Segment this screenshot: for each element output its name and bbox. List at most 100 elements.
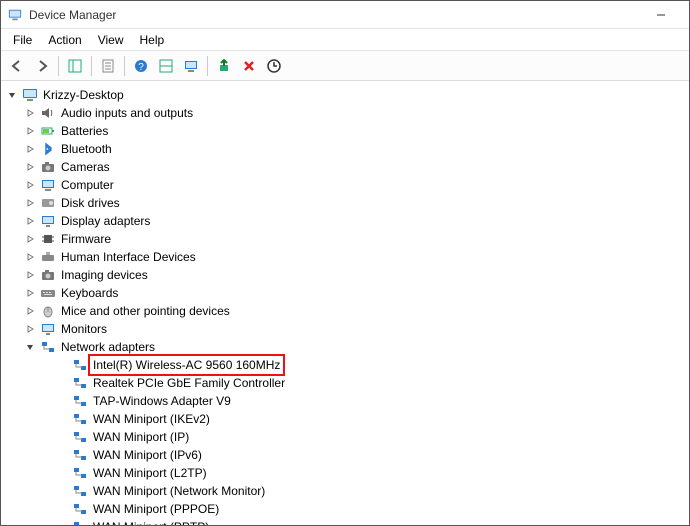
category-label: Monitors: [59, 320, 109, 338]
category-label: Batteries: [59, 122, 110, 140]
show-hide-tree-button[interactable]: [63, 54, 87, 78]
category-label: Mice and other pointing devices: [59, 302, 232, 320]
category-label: Display adapters: [59, 212, 152, 230]
root-label: Krizzy-Desktop: [41, 86, 126, 104]
category-label: Keyboards: [59, 284, 120, 302]
tree-device[interactable]: WAN Miniport (IP): [1, 428, 689, 446]
toolbar-separator: [91, 56, 92, 76]
speaker-icon: [40, 105, 56, 121]
expand-icon[interactable]: [23, 106, 37, 120]
tree-device[interactable]: WAN Miniport (IPv6): [1, 446, 689, 464]
back-button[interactable]: [5, 54, 29, 78]
collapse-icon[interactable]: [23, 340, 37, 354]
update-driver-button[interactable]: [179, 54, 203, 78]
tree-category[interactable]: Disk drives: [1, 194, 689, 212]
collapse-icon[interactable]: [5, 88, 19, 102]
net-icon: [72, 501, 88, 517]
device-label: WAN Miniport (IKEv2): [91, 410, 212, 428]
net-icon: [72, 447, 88, 463]
toolbar-separator: [124, 56, 125, 76]
minimize-button[interactable]: [639, 1, 683, 29]
expand-icon[interactable]: [23, 142, 37, 156]
expand-icon[interactable]: [23, 322, 37, 336]
expand-icon[interactable]: [23, 304, 37, 318]
net-icon: [72, 429, 88, 445]
toolbar-separator: [58, 56, 59, 76]
app-icon: [7, 7, 23, 23]
net-icon: [72, 411, 88, 427]
tree-category[interactable]: Cameras: [1, 158, 689, 176]
net-icon: [72, 393, 88, 409]
bluetooth-icon: [40, 141, 56, 157]
net-icon: [40, 339, 56, 355]
forward-button[interactable]: [30, 54, 54, 78]
category-label: Human Interface Devices: [59, 248, 198, 266]
svg-text:?: ?: [138, 62, 144, 73]
tree-device[interactable]: TAP-Windows Adapter V9: [1, 392, 689, 410]
device-label: WAN Miniport (Network Monitor): [91, 482, 267, 500]
expand-icon[interactable]: [23, 232, 37, 246]
expand-icon[interactable]: [23, 268, 37, 282]
category-label: Imaging devices: [59, 266, 150, 284]
help-button[interactable]: ?: [129, 54, 153, 78]
menu-file[interactable]: File: [5, 31, 40, 49]
tree-category[interactable]: Audio inputs and outputs: [1, 104, 689, 122]
category-label: Disk drives: [59, 194, 122, 212]
monitor-icon: [40, 213, 56, 229]
chip-icon: [40, 231, 56, 247]
tree-device[interactable]: WAN Miniport (PPPOE): [1, 500, 689, 518]
category-label: Bluetooth: [59, 140, 114, 158]
menu-action[interactable]: Action: [40, 31, 89, 49]
details-pane-button[interactable]: [154, 54, 178, 78]
properties-button[interactable]: [96, 54, 120, 78]
tree-category[interactable]: Bluetooth: [1, 140, 689, 158]
toolbar: ?: [1, 51, 689, 81]
monitor-icon: [40, 321, 56, 337]
expand-icon[interactable]: [23, 178, 37, 192]
expand-icon[interactable]: [23, 286, 37, 300]
category-label: Firmware: [59, 230, 113, 248]
tree-root[interactable]: Krizzy-Desktop: [1, 86, 689, 104]
tree-category[interactable]: Imaging devices: [1, 266, 689, 284]
mouse-icon: [40, 303, 56, 319]
device-label: Intel(R) Wireless-AC 9560 160MHz: [88, 354, 285, 376]
camera-icon: [40, 267, 56, 283]
tree-category[interactable]: Firmware: [1, 230, 689, 248]
device-label: WAN Miniport (L2TP): [91, 464, 209, 482]
tree-category[interactable]: Monitors: [1, 320, 689, 338]
device-label: Realtek PCIe GbE Family Controller: [91, 374, 287, 392]
expand-icon[interactable]: [23, 250, 37, 264]
expand-icon[interactable]: [23, 214, 37, 228]
expand-icon[interactable]: [23, 124, 37, 138]
menu-help[interactable]: Help: [132, 31, 173, 49]
tree-device[interactable]: Intel(R) Wireless-AC 9560 160MHz: [1, 356, 689, 374]
expand-icon[interactable]: [23, 196, 37, 210]
expand-icon[interactable]: [23, 160, 37, 174]
tree-category[interactable]: Display adapters: [1, 212, 689, 230]
tree-device[interactable]: WAN Miniport (IKEv2): [1, 410, 689, 428]
tree-category[interactable]: Computer: [1, 176, 689, 194]
scan-hardware-button[interactable]: [262, 54, 286, 78]
tree-category[interactable]: Mice and other pointing devices: [1, 302, 689, 320]
menubar: File Action View Help: [1, 29, 689, 51]
enable-device-button[interactable]: [212, 54, 236, 78]
tree-category[interactable]: Human Interface Devices: [1, 248, 689, 266]
toolbar-separator: [207, 56, 208, 76]
battery-icon: [40, 123, 56, 139]
net-icon: [72, 465, 88, 481]
device-label: WAN Miniport (IP): [91, 428, 191, 446]
device-label: WAN Miniport (IPv6): [91, 446, 204, 464]
computer-root-icon: [22, 87, 38, 103]
disk-icon: [40, 195, 56, 211]
uninstall-device-button[interactable]: [237, 54, 261, 78]
tree-device[interactable]: WAN Miniport (Network Monitor): [1, 482, 689, 500]
device-tree[interactable]: Krizzy-DesktopAudio inputs and outputsBa…: [1, 82, 689, 525]
tree-category[interactable]: Keyboards: [1, 284, 689, 302]
menu-view[interactable]: View: [90, 31, 132, 49]
net-icon: [72, 519, 88, 525]
net-icon: [72, 375, 88, 391]
tree-device[interactable]: WAN Miniport (PPTP): [1, 518, 689, 525]
tree-category[interactable]: Batteries: [1, 122, 689, 140]
tree-device[interactable]: WAN Miniport (L2TP): [1, 464, 689, 482]
tree-device[interactable]: Realtek PCIe GbE Family Controller: [1, 374, 689, 392]
